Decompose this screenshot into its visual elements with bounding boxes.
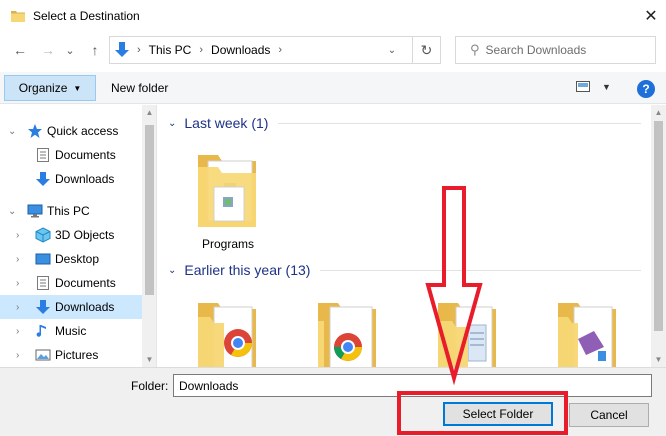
sidebar-item-documents[interactable]: Documents: [0, 143, 142, 167]
star-icon: [28, 124, 42, 138]
chevron-down-icon: ⌄: [168, 117, 177, 129]
music-note-icon: [36, 325, 46, 337]
folder-label: Programs: [201, 237, 254, 251]
recent-locations-chevron-icon[interactable]: ⌄: [60, 40, 80, 60]
sidebar-item-label: Downloads: [55, 172, 115, 186]
download-arrow-icon: [36, 172, 50, 186]
chevron-down-icon: ⌄: [168, 264, 177, 276]
breadcrumb-separator: ›: [199, 44, 204, 56]
breadcrumb-this-pc[interactable]: This PC: [149, 43, 192, 57]
folder-item[interactable]: [180, 291, 276, 367]
up-arrow-icon[interactable]: ↑: [85, 40, 105, 60]
chevron-expanded-icon[interactable]: ⌄: [8, 126, 16, 137]
chevron-down-icon: ▼: [73, 83, 82, 93]
scroll-down-icon[interactable]: ▼: [142, 352, 156, 367]
organize-label: Organize: [18, 81, 68, 95]
chevron-down-icon: ▼: [602, 81, 611, 92]
desktop-icon: [35, 253, 51, 265]
address-bar[interactable]: › This PC › Downloads › ⌄ ↻: [109, 36, 441, 64]
help-icon[interactable]: ?: [637, 80, 655, 98]
document-icon: [37, 276, 49, 290]
breadcrumb-separator: ›: [278, 44, 283, 56]
window-title: Select a Destination: [33, 9, 140, 23]
download-arrow-icon: [36, 300, 50, 314]
search-input[interactable]: [485, 43, 646, 57]
chevron-right-icon[interactable]: ›: [16, 278, 19, 289]
search-icon: ⚲: [470, 42, 480, 57]
folder-item[interactable]: [540, 291, 636, 367]
chrome-folder-icon: [318, 303, 376, 367]
content-scrollbar[interactable]: ▲ ▼: [651, 105, 666, 367]
folder-icon: [198, 155, 256, 227]
group-title: Earlier this year (13): [184, 262, 311, 278]
sidebar-item-3d-objects[interactable]: › 3D Objects: [0, 223, 142, 247]
sidebar-item-quick-access[interactable]: ⌄ Quick access: [0, 119, 142, 143]
group-divider: [320, 269, 641, 271]
monitor-icon: [27, 204, 43, 218]
folder-item-programs[interactable]: Programs: [180, 143, 276, 253]
address-dropdown-icon[interactable]: ⌄: [382, 37, 402, 63]
cancel-button[interactable]: Cancel: [569, 403, 649, 427]
folder-icon: [11, 11, 25, 22]
folder-item[interactable]: [420, 291, 516, 367]
folder-item[interactable]: [300, 291, 396, 367]
scroll-up-icon[interactable]: ▲: [651, 105, 666, 120]
navigation-pane: ⌄ Quick access Documents Downloads ⌄ Thi…: [0, 105, 157, 367]
file-list: ⌄ Last week (1) Programs ⌄ Earlier this …: [158, 105, 651, 367]
folder-field-label: Folder:: [131, 379, 169, 393]
sidebar-item-music[interactable]: › Music: [0, 319, 142, 343]
group-header-earlier-this-year[interactable]: ⌄ Earlier this year (13): [158, 259, 651, 281]
annotation-highlight-box: [397, 391, 568, 435]
view-icon: [576, 81, 590, 92]
pictures-icon: [35, 349, 51, 361]
group-title: Last week (1): [184, 115, 269, 131]
sidebar-item-downloads[interactable]: Downloads: [0, 167, 142, 191]
document-folder-icon: [438, 303, 496, 367]
breadcrumb-separator: ›: [137, 44, 141, 56]
group-divider: [278, 122, 641, 124]
close-icon[interactable]: ✕: [636, 0, 666, 32]
chevron-right-icon[interactable]: ›: [16, 254, 19, 265]
chevron-expanded-icon[interactable]: ⌄: [8, 206, 16, 217]
group-header-last-week[interactable]: ⌄ Last week (1): [158, 112, 651, 134]
download-arrow-icon: [115, 42, 129, 57]
sidebar-item-documents-pc[interactable]: › Documents: [0, 271, 142, 295]
sidebar-item-label: Desktop: [55, 252, 100, 266]
sidebar-item-this-pc[interactable]: ⌄ This PC: [0, 199, 142, 223]
sidebar-item-pictures[interactable]: › Pictures: [0, 343, 142, 367]
organize-button[interactable]: Organize ▼: [4, 75, 96, 101]
chevron-right-icon[interactable]: ›: [16, 350, 19, 361]
chevron-right-icon[interactable]: ›: [16, 302, 19, 313]
scrollbar-thumb[interactable]: [654, 121, 663, 331]
sidebar-item-downloads-pc[interactable]: › Downloads: [0, 295, 142, 319]
chevron-right-icon[interactable]: ›: [16, 326, 19, 337]
change-view-button[interactable]: ▼: [576, 81, 611, 92]
scroll-up-icon[interactable]: ▲: [142, 105, 156, 120]
refresh-icon[interactable]: ↻: [412, 37, 440, 63]
chevron-right-icon[interactable]: ›: [16, 230, 19, 241]
command-toolbar: Organize ▼ New folder ▼ ?: [0, 72, 666, 104]
sidebar-item-desktop[interactable]: › Desktop: [0, 247, 142, 271]
app-folder-icon: [558, 303, 616, 367]
scrollbar-thumb[interactable]: [145, 125, 154, 295]
title-bar: Select a Destination ✕: [0, 0, 666, 32]
chrome-folder-icon: [198, 303, 256, 367]
sidebar-item-label: Documents: [55, 148, 116, 162]
back-arrow-icon[interactable]: ←: [10, 40, 30, 60]
breadcrumb-downloads[interactable]: Downloads: [211, 43, 270, 57]
sidebar-item-label: 3D Objects: [55, 228, 115, 242]
sidebar-item-label: This PC: [47, 204, 90, 218]
cube-icon: [35, 227, 51, 243]
scroll-down-icon[interactable]: ▼: [651, 352, 666, 367]
sidebar-scrollbar[interactable]: ▲ ▼: [142, 105, 156, 367]
sidebar-item-label: Downloads: [55, 300, 115, 314]
new-folder-button[interactable]: New folder: [111, 81, 168, 95]
search-box[interactable]: ⚲: [455, 36, 656, 64]
sidebar-item-label: Music: [55, 324, 87, 338]
sidebar-item-label: Pictures: [55, 348, 99, 362]
document-icon: [37, 148, 49, 162]
sidebar-item-label: Documents: [55, 276, 116, 290]
sidebar-item-label: Quick access: [47, 124, 119, 138]
forward-arrow-icon[interactable]: →: [38, 40, 58, 60]
